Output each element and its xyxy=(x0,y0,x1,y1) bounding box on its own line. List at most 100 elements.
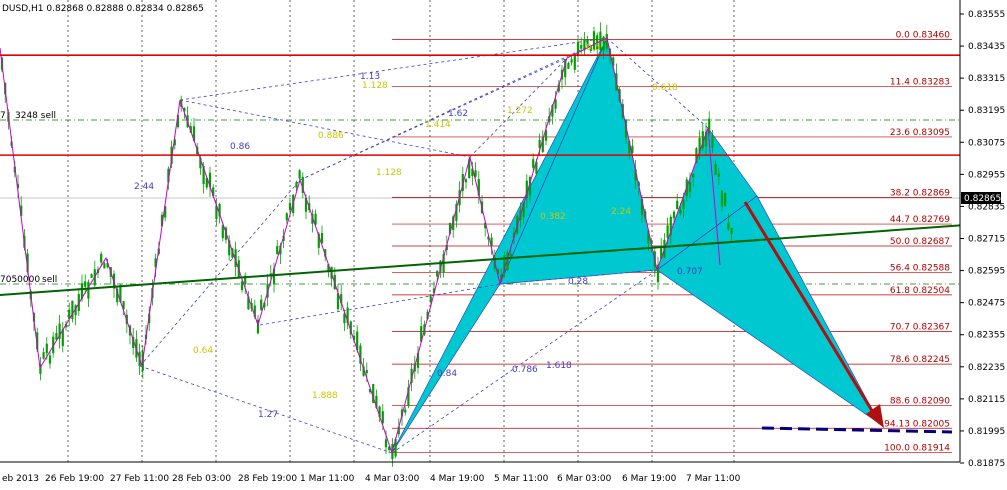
fib-level-label: 11.4 0.83283 xyxy=(890,78,950,88)
current-price-tag: 0.82865 xyxy=(961,192,1001,204)
time-tick-label: 26 Feb 19:00 xyxy=(45,474,104,484)
trade-label-1: 3248 sell xyxy=(15,111,56,121)
ratio-label: 0.886 xyxy=(318,131,344,141)
fib-level-label: 70.7 0.82367 xyxy=(890,323,950,333)
fib-level-label: 38.2 0.82869 xyxy=(890,188,950,198)
ratio-label: 1.62 xyxy=(448,109,468,119)
time-tick-label: 6 Mar 03:00 xyxy=(557,474,612,484)
price-tick-label: 0.83195 xyxy=(968,106,1005,116)
ratio-label: 1.618 xyxy=(546,361,572,371)
fib-level-label: 94.13 0.82005 xyxy=(884,419,950,429)
candle-body xyxy=(103,263,106,269)
fib-level-label: 56.4 0.82588 xyxy=(890,263,950,273)
candle-body xyxy=(298,170,301,179)
price-tick-label: 0.83555 xyxy=(968,10,1005,20)
trade-label-1-prefix: 7 xyxy=(0,111,6,121)
candle-body xyxy=(285,213,288,221)
fib-level-label: 61.8 0.82504 xyxy=(890,286,950,296)
time-tick-label: 28 Feb 19:00 xyxy=(238,474,297,484)
candle-body xyxy=(580,45,583,49)
ratio-label: 1.128 xyxy=(376,168,402,178)
candle-body xyxy=(692,173,695,178)
time-tick-label: 4 Mar 03:00 xyxy=(365,474,420,484)
candle-body xyxy=(682,200,685,209)
candle-body xyxy=(567,62,570,69)
fib-level-label: 50.0 0.82687 xyxy=(890,237,950,247)
ratio-label: 0.707 xyxy=(677,267,703,277)
fib-level-label: 100.0 0.81914 xyxy=(884,444,950,454)
current-price-label: 0.82865 xyxy=(964,194,1001,204)
candle-body xyxy=(84,281,87,287)
candle-body xyxy=(384,439,388,448)
symbol-ohlc-header: DUSD,H1 0.82868 0.82888 0.82834 0.82865 xyxy=(2,4,204,14)
price-tick-label: 0.82475 xyxy=(968,299,1005,309)
candle-body xyxy=(717,173,720,177)
ratio-label: 0.86 xyxy=(230,142,250,152)
fib-level-label: 88.6 0.82090 xyxy=(890,397,950,407)
candle-body xyxy=(727,222,730,230)
price-chart[interactable]: 0.0 0.83460 11.4 0.83283 23.6 0.83095 38.2 … xyxy=(0,0,1007,490)
candle-body xyxy=(464,179,468,183)
candle-body xyxy=(45,343,48,354)
price-tick-label: 0.81995 xyxy=(968,427,1005,437)
ratio-label: 0.618 xyxy=(652,83,678,93)
price-tick-label: 0.82115 xyxy=(968,395,1005,405)
candle-body xyxy=(221,225,224,239)
fib-level-label: 78.6 0.82245 xyxy=(890,355,950,365)
candle-body xyxy=(276,246,279,255)
candle-body xyxy=(404,409,407,413)
candle-body xyxy=(100,253,103,263)
ratio-label: 0.5 xyxy=(586,43,600,53)
candle-body xyxy=(48,355,52,364)
candle-body xyxy=(676,200,679,210)
time-tick-label: 28 Feb 03:00 xyxy=(172,474,231,484)
time-tick-label: 27 Feb 11:00 xyxy=(110,474,169,484)
candle-body xyxy=(365,370,368,374)
candle-body xyxy=(288,202,292,211)
ratio-label: 1.272 xyxy=(507,106,533,116)
ratio-label: 1.128 xyxy=(362,81,388,91)
time-tick-label: 7 Mar 11:00 xyxy=(686,474,741,484)
time-axis: eb 2013 26 Feb 19:00 27 Feb 11:00 28 Feb 03… xyxy=(2,474,741,484)
candle-body xyxy=(714,164,717,175)
time-tick-label: 1 Mar 11:00 xyxy=(300,474,355,484)
ratio-label: 1.27 xyxy=(258,410,278,420)
ratio-label: 0.382 xyxy=(540,212,566,222)
candle-body xyxy=(688,182,692,192)
ratio-label: 2.24 xyxy=(611,207,631,217)
candle-body xyxy=(42,352,45,359)
time-tick-label: 6 Mar 19:00 xyxy=(622,474,677,484)
price-tick-label: 0.83075 xyxy=(968,138,1005,148)
ratio-label: 2.44 xyxy=(134,182,154,192)
candle-body xyxy=(90,274,93,278)
candle-body xyxy=(724,193,727,206)
price-tick-label: 0.81875 xyxy=(968,459,1005,469)
candle-body xyxy=(436,270,439,277)
ratio-label: 0.786 xyxy=(512,365,538,375)
ratio-label: 0.28 xyxy=(568,277,588,287)
fib-level-label: 0.0 0.83460 xyxy=(896,30,951,40)
candle-body xyxy=(711,135,714,148)
candle-body xyxy=(666,225,669,238)
trade-label-2: sell xyxy=(42,275,57,285)
candle-body xyxy=(381,411,384,424)
candle-body xyxy=(570,59,573,63)
time-tick-label: 5 Mar 11:00 xyxy=(494,474,549,484)
candle-body xyxy=(720,190,724,207)
time-tick-label: eb 2013 xyxy=(2,474,39,484)
price-tick-label: 0.82595 xyxy=(968,267,1005,277)
candle-body xyxy=(260,299,263,311)
candle-body xyxy=(672,211,676,219)
candle-body xyxy=(87,281,90,299)
time-tick-label: 4 Mar 19:00 xyxy=(430,474,485,484)
candle-body xyxy=(573,54,576,70)
ratio-label: 1.888 xyxy=(312,391,338,401)
candle-body xyxy=(602,36,605,51)
price-tick-label: 0.83315 xyxy=(968,74,1005,84)
price-tick-label: 0.82355 xyxy=(968,331,1005,341)
fib-level-label: 23.6 0.83095 xyxy=(890,128,950,138)
price-tick-label: 0.83435 xyxy=(968,42,1005,52)
price-tick-label: 0.82715 xyxy=(968,235,1005,245)
candle-body xyxy=(240,281,244,291)
candle-body xyxy=(532,159,535,168)
